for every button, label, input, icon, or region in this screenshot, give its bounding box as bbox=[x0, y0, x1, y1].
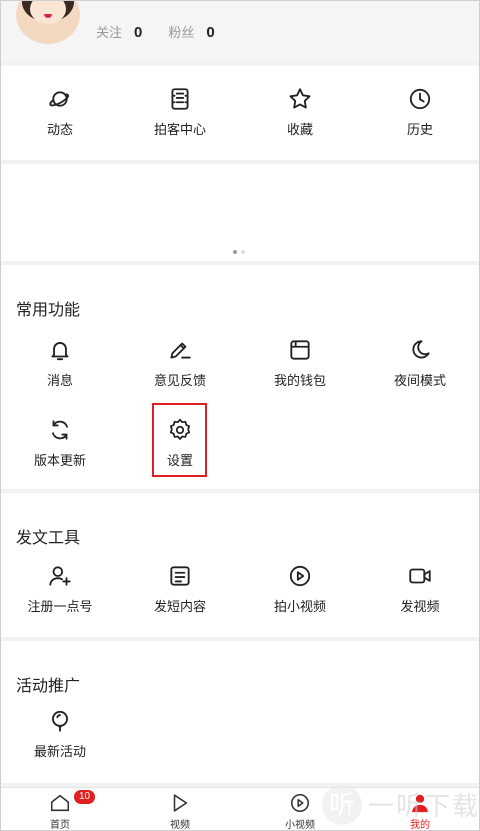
menu-item-label: 版本更新 bbox=[33, 453, 86, 468]
carousel-dot bbox=[233, 250, 237, 254]
following-count[interactable]: 0 bbox=[134, 24, 142, 41]
moon-icon bbox=[412, 340, 430, 359]
quick-item-history[interactable]: 历史 bbox=[360, 66, 480, 160]
menu-item-latest-events[interactable]: 最新活动 bbox=[0, 708, 120, 788]
play-icon bbox=[173, 794, 188, 812]
tab-video[interactable]: 视频 bbox=[120, 788, 240, 831]
avatar[interactable] bbox=[16, 0, 80, 44]
menu-item-post-video[interactable]: 发视频 bbox=[360, 563, 480, 643]
menu-item-feedback[interactable]: 意见反馈 bbox=[120, 337, 240, 417]
menu-item-wallet[interactable]: 我的钱包 bbox=[240, 337, 360, 417]
bell-icon bbox=[51, 342, 69, 361]
carousel-indicator bbox=[233, 250, 245, 254]
balloon-icon bbox=[52, 710, 68, 732]
watermark-text: 一听下载 bbox=[368, 791, 480, 821]
watermark: 听 一听下载 bbox=[322, 778, 480, 831]
menu-item-short-post[interactable]: 发短内容 bbox=[120, 563, 240, 643]
menu-item-label: 消息 bbox=[46, 373, 73, 388]
quick-item-label: 拍客中心 bbox=[153, 122, 206, 137]
banner-carousel[interactable] bbox=[0, 164, 480, 261]
menu-item-label: 注册一点号 bbox=[27, 599, 93, 614]
menu-item-label: 设置 bbox=[166, 453, 193, 468]
profile-header: 关注 0 粉丝 0 bbox=[0, 0, 480, 62]
document-icon bbox=[170, 566, 190, 586]
section-title: 发文工具 bbox=[16, 530, 81, 547]
menu-item-version-update[interactable]: 版本更新 bbox=[0, 417, 120, 497]
section-title: 活动推广 bbox=[16, 678, 81, 695]
refresh-icon bbox=[52, 420, 68, 440]
planet-icon bbox=[49, 91, 70, 107]
tools-grid: 注册一点号 发短内容 拍小视频 发视频 bbox=[0, 563, 480, 643]
menu-item-settings[interactable]: 设置 bbox=[120, 417, 240, 497]
play-circle-icon bbox=[290, 793, 310, 813]
pen-icon bbox=[170, 342, 191, 359]
menu-item-label: 发短内容 bbox=[153, 599, 206, 614]
followers-count[interactable]: 0 bbox=[206, 24, 214, 41]
wallet-icon bbox=[290, 340, 310, 360]
promo-grid: 最新活动 bbox=[0, 708, 480, 788]
menu-item-label: 我的钱包 bbox=[273, 373, 326, 388]
menu-item-messages[interactable]: 消息 bbox=[0, 337, 120, 417]
quick-item-label: 收藏 bbox=[286, 122, 313, 137]
following-label[interactable]: 关注 bbox=[96, 22, 122, 41]
menu-item-label: 拍小视频 bbox=[273, 599, 326, 614]
menu-item-night-mode[interactable]: 夜间模式 bbox=[360, 337, 480, 417]
menu-item-register-account[interactable]: 注册一点号 bbox=[0, 563, 120, 643]
quick-item-feed[interactable]: 动态 bbox=[0, 66, 120, 160]
section-title: 常用功能 bbox=[16, 302, 81, 319]
tab-label: 视频 bbox=[170, 820, 190, 831]
tab-label: 小视频 bbox=[285, 820, 315, 831]
menu-item-shoot-short-video[interactable]: 拍小视频 bbox=[240, 563, 360, 643]
section-common-functions: 常用功能 消息 意见反馈 我的钱包 夜间模式 版本更新 设置 bbox=[0, 265, 480, 489]
quick-item-creator-center[interactable]: 拍客中心 bbox=[120, 66, 240, 160]
add-user-icon bbox=[49, 566, 71, 586]
function-grid: 消息 意见反馈 我的钱包 夜间模式 版本更新 设置 bbox=[0, 337, 480, 497]
tab-home[interactable]: 10 首页 bbox=[0, 788, 120, 831]
section-promotions: 活动推广 最新活动 bbox=[0, 641, 480, 783]
profile-stats: 关注 0 粉丝 0 bbox=[96, 22, 241, 41]
quick-actions: 动态 拍客中心 收藏 历史 bbox=[0, 66, 480, 160]
tab-label: 首页 bbox=[50, 820, 70, 831]
clock-icon bbox=[409, 88, 431, 110]
play-circle-icon bbox=[289, 565, 311, 587]
quick-item-label: 动态 bbox=[46, 122, 73, 137]
film-icon bbox=[171, 88, 189, 110]
watermark-logo: 听 bbox=[322, 784, 362, 825]
home-badge: 10 bbox=[74, 790, 96, 804]
quick-item-favorites[interactable]: 收藏 bbox=[240, 66, 360, 160]
followers-label[interactable]: 粉丝 bbox=[168, 22, 194, 41]
section-publishing-tools: 发文工具 注册一点号 发短内容 拍小视频 发视频 bbox=[0, 493, 480, 637]
gear-icon bbox=[169, 418, 191, 440]
star-icon bbox=[289, 88, 311, 109]
home-icon bbox=[50, 794, 70, 812]
menu-item-label: 夜间模式 bbox=[393, 373, 446, 388]
menu-item-label: 发视频 bbox=[400, 599, 440, 614]
quick-item-label: 历史 bbox=[406, 122, 433, 137]
menu-item-label: 最新活动 bbox=[33, 744, 86, 759]
video-camera-icon bbox=[409, 568, 431, 584]
carousel-dot bbox=[241, 250, 245, 254]
menu-item-label: 意见反馈 bbox=[153, 373, 206, 388]
